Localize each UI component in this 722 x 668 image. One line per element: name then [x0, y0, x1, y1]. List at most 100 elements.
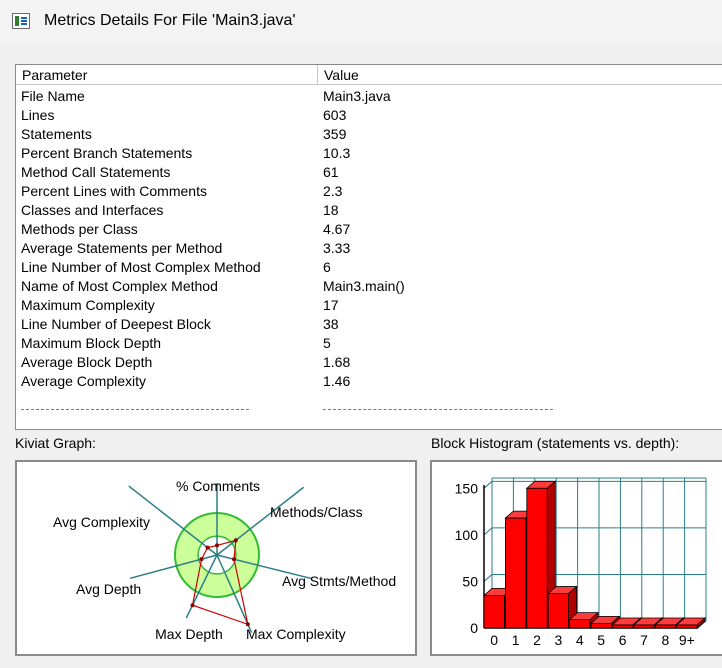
- kiviat-axis-label: Max Depth: [155, 626, 223, 642]
- histogram-x-tick: 3: [555, 632, 563, 648]
- kiviat-graph-panel: % Comments Methods/Class Avg Stmts/Method M…: [15, 460, 417, 656]
- metrics-table[interactable]: Parameter Value File Name Main3.java Lines…: [15, 64, 722, 430]
- table-row[interactable]: Maximum Block Depth 5: [16, 334, 722, 353]
- table-row[interactable]: Percent Branch Statements 10.3: [16, 144, 722, 163]
- parameter-cell: Statements: [21, 126, 92, 142]
- value-cell: 61: [323, 164, 339, 180]
- column-header-value[interactable]: Value: [318, 65, 722, 85]
- block-histogram-panel: 0 50 100 150 0 1 2 3 4 5 6 7 8 9+: [430, 460, 722, 656]
- histogram-x-tick: 2: [533, 632, 541, 648]
- value-cell: 18: [323, 202, 339, 218]
- histogram-bar: [483, 595, 505, 629]
- metrics-window-icon: [12, 13, 30, 29]
- histogram-gridline: [483, 527, 493, 536]
- histogram-y-tick: 150: [455, 480, 479, 496]
- parameter-cell: Line Number of Deepest Block: [21, 316, 211, 332]
- value-cell: Main3.main(): [323, 278, 405, 294]
- kiviat-axis-label: Avg Depth: [76, 581, 141, 597]
- table-row[interactable]: Classes and Interfaces 18: [16, 201, 722, 220]
- histogram-x-tick: 4: [576, 632, 584, 648]
- kiviat-axis-label: Methods/Class: [270, 504, 363, 520]
- histogram-bar: [590, 622, 612, 629]
- table-row[interactable]: Line Number of Deepest Block 38: [16, 315, 722, 334]
- parameter-cell: Methods per Class: [21, 221, 138, 237]
- kiviat-value-point: [205, 545, 210, 550]
- histogram-y-tick: 50: [462, 573, 478, 589]
- histogram-y-tick: 0: [470, 620, 478, 636]
- table-row[interactable]: Average Statements per Method 3.33: [16, 239, 722, 258]
- kiviat-value-point: [232, 557, 237, 562]
- parameter-cell: Lines: [21, 107, 55, 123]
- histogram-x-tick: 6: [619, 632, 627, 648]
- table-row[interactable]: Lines 603: [16, 106, 722, 125]
- window-title: Metrics Details For File 'Main3.java': [44, 12, 296, 29]
- kiviat-axis-label: Avg Complexity: [53, 514, 150, 530]
- table-row[interactable]: Statements 359: [16, 125, 722, 144]
- histogram-bar: [569, 619, 591, 629]
- value-cell: 359: [323, 126, 347, 142]
- value-cell: 38: [323, 316, 339, 332]
- histogram-x-tick: 9+: [679, 632, 695, 648]
- parameter-cell: Percent Branch Statements: [21, 145, 193, 161]
- histogram-y-tick: 100: [455, 527, 479, 543]
- table-row[interactable]: Line Number of Most Complex Method 6: [16, 258, 722, 277]
- parameter-cell: Maximum Complexity: [21, 297, 155, 313]
- parameter-cell: Average Block Depth: [21, 354, 153, 370]
- table-row[interactable]: Method Call Statements 61: [16, 163, 722, 182]
- histogram-x-tick: 8: [662, 632, 670, 648]
- kiviat-value-point: [245, 622, 250, 627]
- block-histogram: 0501001500 1 2 3 4 5 6 7 8 9+: [455, 477, 707, 648]
- value-cell: 5: [323, 335, 331, 351]
- histogram-bar: [547, 593, 569, 629]
- value-cell: 4.67: [323, 221, 351, 237]
- metrics-rows: File Name Main3.java Lines 603 Statements 359…: [16, 87, 722, 391]
- histogram-bar: [654, 624, 676, 629]
- value-cell: 2.3: [323, 183, 343, 199]
- parameter-cell: Average Complexity: [21, 373, 147, 389]
- kiviat-axis-label: Avg Stmts/Method: [282, 573, 396, 589]
- histogram-bar: [505, 517, 527, 629]
- value-cell: 17: [323, 297, 339, 313]
- histogram-gridline: [483, 574, 493, 582]
- value-cell: 1.68: [323, 354, 351, 370]
- value-cell: 603: [323, 107, 347, 123]
- value-divider: [323, 409, 553, 410]
- table-row[interactable]: Maximum Complexity 17: [16, 296, 722, 315]
- parameter-cell: Percent Lines with Comments: [21, 183, 207, 199]
- parameter-cell: File Name: [21, 88, 85, 104]
- value-cell: 6: [323, 259, 331, 275]
- kiviat-value-point: [199, 557, 204, 562]
- value-cell: Main3.java: [323, 88, 391, 104]
- kiviat-value-point: [233, 538, 238, 543]
- parameter-cell: Method Call Statements: [21, 164, 171, 180]
- table-row[interactable]: Average Complexity 1.46: [16, 372, 722, 391]
- value-cell: 10.3: [323, 145, 351, 161]
- histogram-gridline: [483, 480, 493, 489]
- histogram-x-tick: 1: [512, 632, 520, 648]
- parameter-cell: Name of Most Complex Method: [21, 278, 218, 294]
- parameter-cell: Average Statements per Method: [21, 240, 223, 256]
- kiviat-label: Kiviat Graph:: [15, 435, 96, 451]
- column-header-parameter[interactable]: Parameter: [16, 65, 318, 85]
- histogram-bar: [526, 487, 548, 629]
- table-row[interactable]: Methods per Class 4.67: [16, 220, 722, 239]
- parameter-cell: Maximum Block Depth: [21, 335, 162, 351]
- histogram-x-tick: 5: [597, 632, 605, 648]
- histogram-bar: [676, 624, 698, 629]
- kiviat-graph: % Comments Methods/Class Avg Stmts/Method M…: [53, 478, 396, 642]
- table-row[interactable]: Percent Lines with Comments 2.3: [16, 182, 722, 201]
- histogram-x-tick: 0: [490, 632, 498, 648]
- kiviat-axis-label: % Comments: [176, 478, 260, 494]
- kiviat-value-point: [190, 603, 195, 608]
- parameter-cell: Line Number of Most Complex Method: [21, 259, 261, 275]
- value-cell: 3.33: [323, 240, 351, 256]
- table-row[interactable]: File Name Main3.java: [16, 87, 722, 106]
- title-bar: Metrics Details For File 'Main3.java': [0, 0, 722, 44]
- kiviat-value-point: [215, 543, 219, 548]
- kiviat-axis-label: Max Complexity: [246, 626, 346, 642]
- histogram-x-tick: 7: [640, 632, 648, 648]
- table-row[interactable]: Average Block Depth 1.68: [16, 353, 722, 372]
- histogram-bar: [633, 624, 655, 629]
- table-row[interactable]: Name of Most Complex Method Main3.main(): [16, 277, 722, 296]
- histogram-label: Block Histogram (statements vs. depth):: [431, 435, 680, 451]
